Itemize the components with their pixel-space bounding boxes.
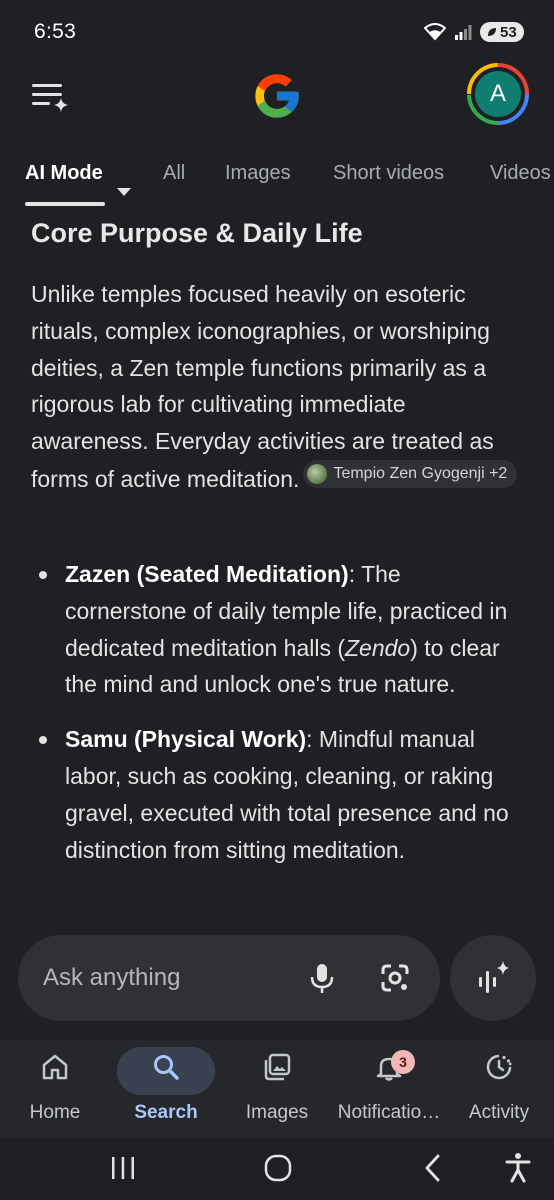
app-header: A	[0, 62, 554, 132]
tab-all[interactable]: All	[163, 162, 185, 185]
ai-response-content: Core Purpose & Daily Life Unlike temples…	[0, 212, 554, 932]
google-lens-icon[interactable]	[377, 960, 413, 996]
bullet-term: Zazen (Seated Meditation)	[65, 561, 349, 587]
notification-count-badge: 3	[391, 1050, 415, 1074]
chevron-down-icon[interactable]	[117, 188, 131, 196]
source-thumbnail-icon	[307, 463, 328, 484]
activity-icon	[486, 1054, 512, 1080]
ask-input-bar[interactable]: Ask anything	[18, 935, 440, 1021]
bullet-italic: Zendo	[345, 634, 411, 661]
nav-search[interactable]: Search	[115, 1040, 217, 1138]
battery-level: 53	[500, 23, 517, 41]
nav-label-images: Images	[245, 1102, 309, 1123]
tab-ai-mode[interactable]: AI Mode	[25, 162, 103, 185]
back-icon[interactable]	[413, 1148, 453, 1188]
microphone-icon[interactable]	[304, 960, 340, 996]
tab-short-videos[interactable]: Short videos	[333, 162, 444, 185]
nav-label-home: Home	[29, 1102, 81, 1123]
nav-label-search: Search	[134, 1102, 198, 1123]
active-tab-indicator	[25, 202, 105, 206]
section-title: Core Purpose & Daily Life	[31, 218, 363, 248]
screen: 6:53 53 A AI Mode All Images Short video…	[0, 0, 554, 1200]
bullet-dot	[39, 571, 47, 579]
bullet-term: Samu (Physical Work)	[65, 726, 307, 753]
search-icon	[154, 1055, 179, 1080]
accessibility-icon[interactable]	[498, 1148, 538, 1188]
signal-icon	[455, 25, 472, 40]
google-logo[interactable]	[251, 70, 303, 122]
menu-button[interactable]	[28, 76, 72, 116]
citation-chip[interactable]: Tempio Zen Gyogenji +2	[303, 459, 518, 488]
status-icons: 53	[424, 21, 524, 43]
nav-images[interactable]: Images	[226, 1040, 328, 1138]
nav-activity[interactable]: Activity	[455, 1040, 543, 1138]
status-time: 6:53	[34, 20, 77, 43]
bullet-list: Zazen (Seated Meditation): The cornersto…	[31, 556, 526, 886]
bottom-navigation: Home Search Images 3 Notificatio… Activi…	[0, 1040, 554, 1138]
bullet-dot	[39, 736, 47, 745]
battery-indicator: 53	[480, 22, 524, 42]
voice-waveform-sparkle-icon	[479, 961, 509, 993]
menu-sparkle-icon	[32, 84, 68, 112]
list-item: Zazen (Seated Meditation): The cornersto…	[31, 556, 526, 703]
search-tabs: AI Mode All Images Short videos Videos	[0, 150, 554, 212]
tab-videos[interactable]: Videos	[490, 162, 551, 185]
system-navigation-bar	[0, 1138, 554, 1200]
response-paragraph: Unlike temples focused heavily on esoter…	[31, 276, 526, 498]
tab-images[interactable]: Images	[225, 162, 291, 185]
nav-label-activity: Activity	[468, 1102, 530, 1123]
citation-chip-label: Tempio Zen Gyogenji +2	[333, 464, 508, 482]
recent-apps-icon[interactable]	[103, 1148, 143, 1188]
list-item: Samu (Physical Work): Mindful manual lab…	[31, 721, 526, 868]
status-bar: 6:53 53	[0, 0, 554, 62]
images-icon	[264, 1053, 291, 1081]
account-avatar[interactable]: A	[475, 71, 521, 117]
ask-input-placeholder[interactable]: Ask anything	[43, 964, 180, 992]
wifi-icon	[424, 23, 446, 41]
nav-home[interactable]: Home	[5, 1040, 105, 1138]
nav-notifications[interactable]: 3 Notificatio…	[333, 1040, 445, 1138]
home-icon	[42, 1054, 68, 1080]
home-circle-icon[interactable]	[258, 1148, 298, 1188]
battery-saver-icon	[488, 28, 496, 36]
live-voice-button[interactable]	[450, 935, 536, 1021]
nav-label-notifications: Notificatio…	[337, 1102, 441, 1123]
